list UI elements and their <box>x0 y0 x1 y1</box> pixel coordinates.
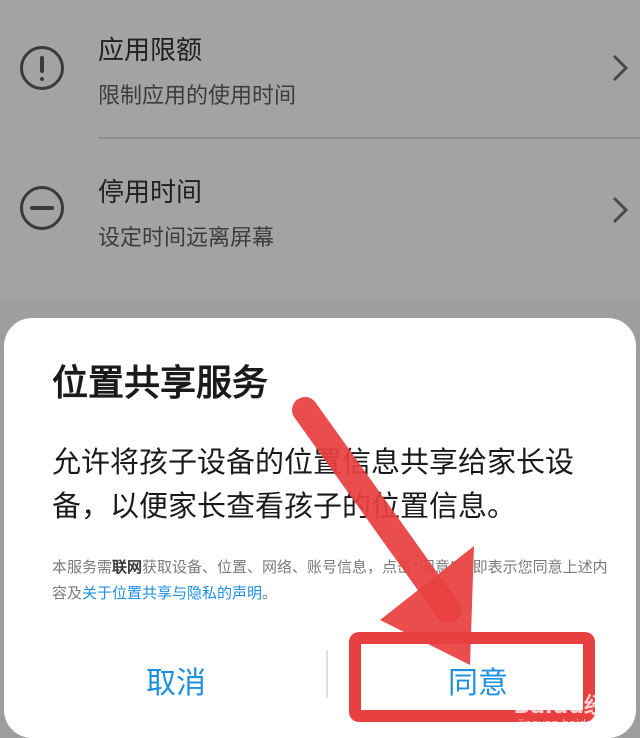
list-item-app-limit[interactable]: 应用限额 限制应用的使用时间 <box>0 0 640 130</box>
settings-list: 应用限额 限制应用的使用时间 停用时间 设定时间远离屏幕 <box>0 0 640 300</box>
list-item-subtitle: 设定时间远离屏幕 <box>98 226 275 251</box>
privacy-statement-link[interactable]: 关于位置共享与隐私的声明 <box>82 584 262 602</box>
divider <box>98 137 640 139</box>
chevron-right-icon <box>612 54 629 82</box>
list-item-downtime[interactable]: 停用时间 设定时间远离屏幕 <box>0 140 640 270</box>
chevron-right-icon <box>612 196 629 224</box>
watermark: Baidu经验 <box>513 694 628 719</box>
dialog-title: 位置共享服务 <box>52 363 269 404</box>
button-divider <box>326 650 328 698</box>
list-item-subtitle: 限制应用的使用时间 <box>98 84 297 109</box>
note-prefix: 本服务需 <box>52 558 113 576</box>
watermark-url: jingyan.baidu.com <box>518 717 620 730</box>
cancel-button[interactable]: 取消 <box>146 658 206 702</box>
minus-circle-icon <box>20 186 64 230</box>
dialog-note: 本服务需联网获取设备、位置、网络、账号信息，点击“同意”，即表示您同意上述内容及… <box>52 554 612 606</box>
note-bold: 联网 <box>112 558 143 576</box>
list-item-title: 停用时间 <box>98 178 203 208</box>
exclamation-circle-icon <box>20 46 64 90</box>
note-suffix: 。 <box>262 584 278 602</box>
list-item-title: 应用限额 <box>98 36 203 66</box>
dialog-message: 允许将孩子设备的位置信息共享给家长设备，以便家长查看孩子的位置信息。 <box>52 445 575 523</box>
